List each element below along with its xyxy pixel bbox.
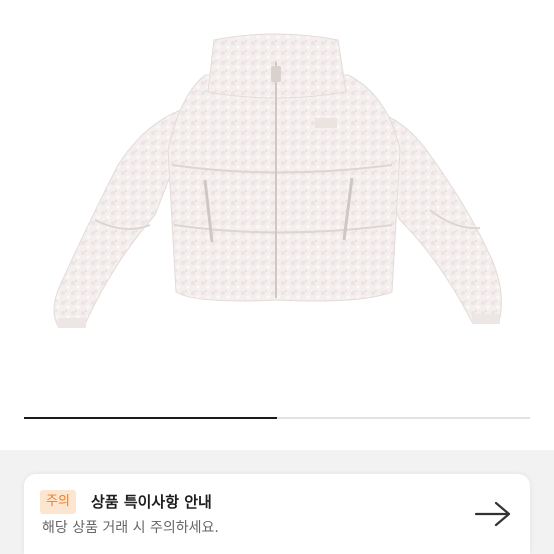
carousel-progress-fill <box>24 417 277 419</box>
notice-title: 상품 특이사항 안내 <box>91 493 212 511</box>
arrow-right-icon[interactable] <box>474 500 512 528</box>
jacket-image <box>53 33 502 328</box>
product-notice-card[interactable]: 주의 상품 특이사항 안내 해당 상품 거래 시 주의하세요. <box>24 474 530 554</box>
caution-badge: 주의 <box>40 490 76 514</box>
notice-subtitle: 해당 상품 거래 시 주의하세요. <box>42 520 219 536</box>
product-image[interactable] <box>0 0 554 450</box>
image-carousel-progress <box>24 417 530 419</box>
